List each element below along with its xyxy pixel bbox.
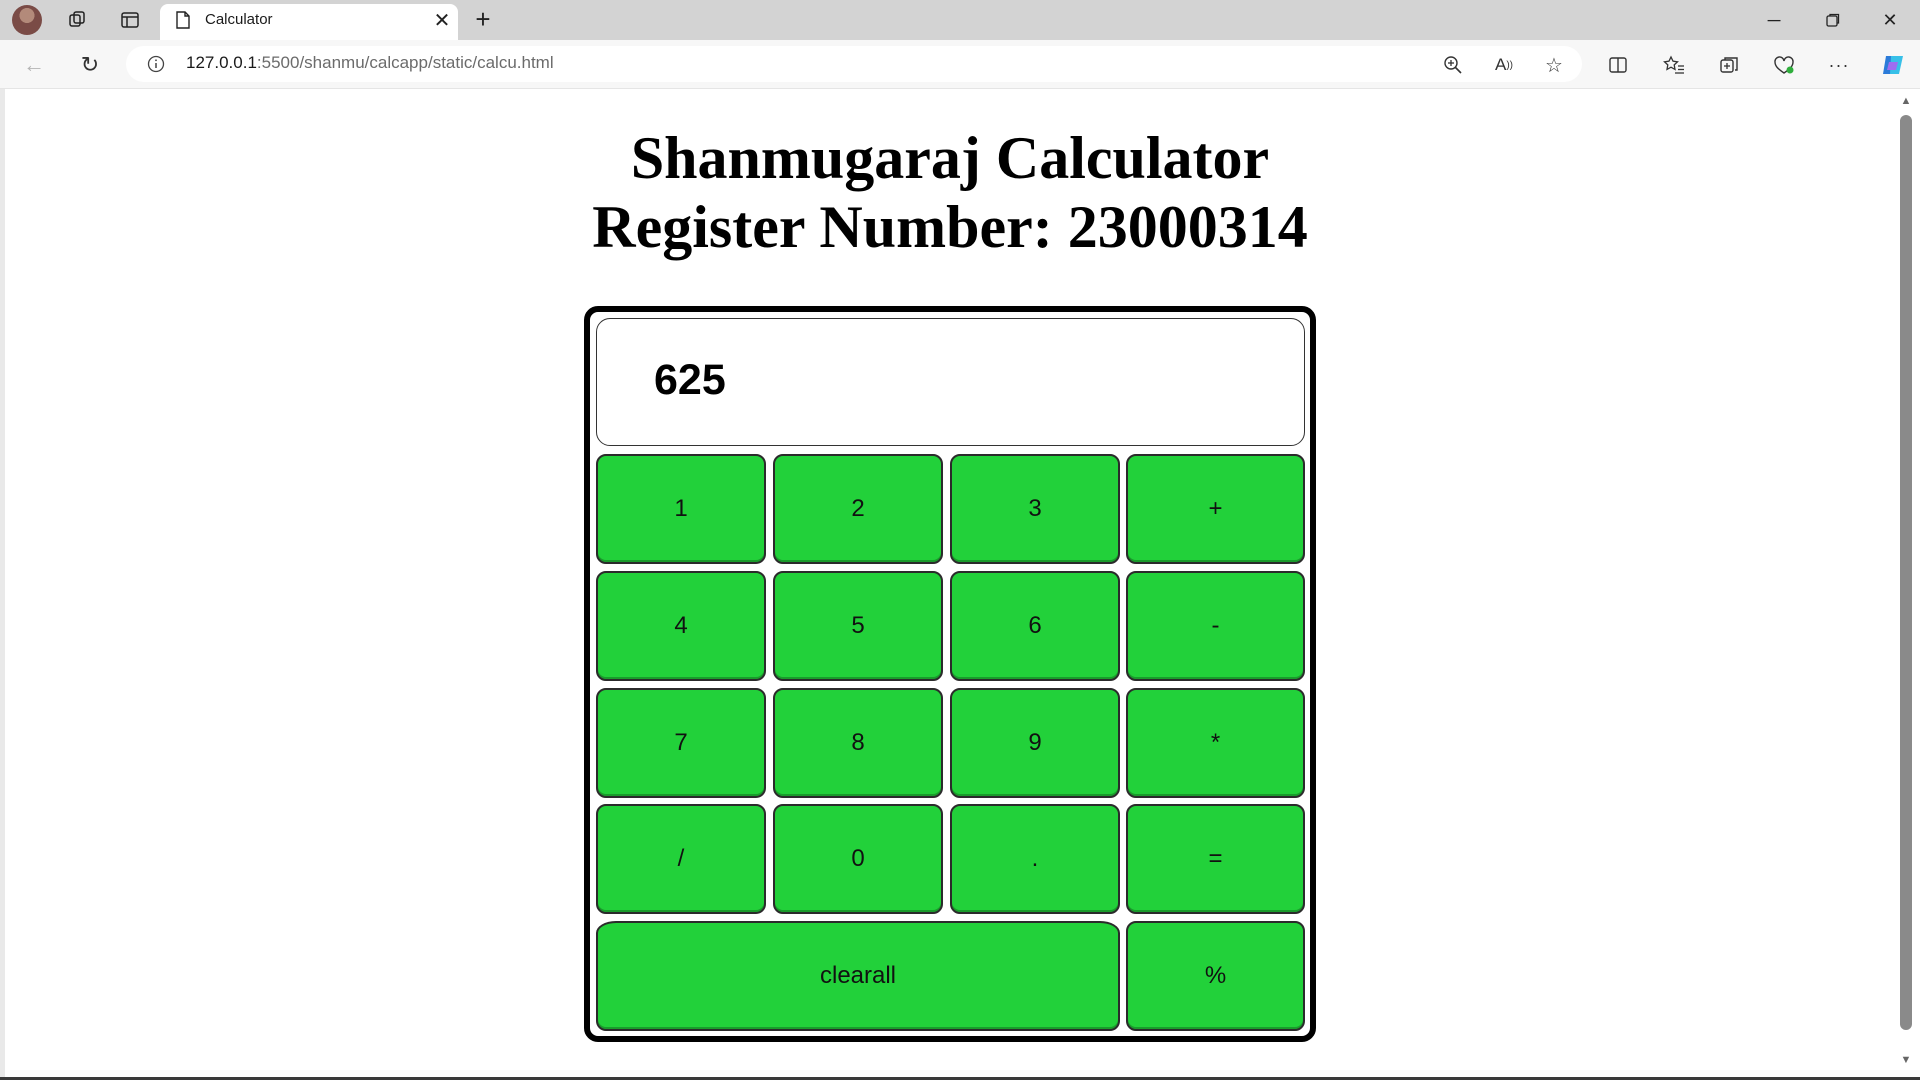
key-percent[interactable]: % (1126, 921, 1305, 1031)
read-aloud-icon[interactable]: A)) (1488, 49, 1520, 81)
scroll-up-arrow-icon[interactable]: ▲ (1897, 95, 1915, 109)
key-8[interactable]: 8 (773, 688, 943, 798)
key-equals[interactable]: = (1126, 804, 1305, 914)
key-minus[interactable]: - (1126, 571, 1305, 681)
key-5[interactable]: 5 (773, 571, 943, 681)
key-multiply[interactable]: * (1126, 688, 1305, 798)
key-4[interactable]: 4 (596, 571, 766, 681)
close-tab-icon[interactable]: ✕ (430, 6, 454, 34)
more-options-icon[interactable]: ··· (1823, 49, 1855, 81)
new-tab-button[interactable]: + (468, 4, 498, 34)
copilot-icon[interactable] (1877, 49, 1909, 81)
minimize-button[interactable]: ─ (1746, 0, 1802, 40)
restore-button[interactable] (1805, 0, 1861, 40)
split-screen-icon[interactable] (1602, 49, 1634, 81)
close-window-button[interactable]: ✕ (1862, 0, 1918, 40)
page-title: Shanmugaraj Calculator Register Number: … (450, 124, 1450, 262)
scrollbar-thumb[interactable] (1900, 115, 1912, 1030)
site-info-icon[interactable] (147, 55, 165, 78)
key-decimal[interactable]: . (950, 804, 1120, 914)
key-divide[interactable]: / (596, 804, 766, 914)
key-plus[interactable]: + (1126, 454, 1305, 564)
url-text[interactable]: 127.0.0.1:5500/shanmu/calcapp/static/cal… (186, 53, 554, 73)
key-6[interactable]: 6 (950, 571, 1120, 681)
profile-avatar[interactable] (12, 5, 42, 35)
key-2[interactable]: 2 (773, 454, 943, 564)
key-0[interactable]: 0 (773, 804, 943, 914)
key-9[interactable]: 9 (950, 688, 1120, 798)
zoom-icon[interactable] (1437, 49, 1469, 81)
tab-title: Calculator (205, 11, 273, 28)
refresh-icon[interactable]: ↻ (74, 49, 106, 81)
scroll-down-arrow-icon[interactable]: ▼ (1897, 1054, 1915, 1068)
title-line-2: Register Number: 23000314 (592, 194, 1308, 260)
collections-icon[interactable] (1713, 49, 1745, 81)
key-7[interactable]: 7 (596, 688, 766, 798)
browser-essentials-icon[interactable] (1768, 49, 1800, 81)
workspaces-icon[interactable] (63, 6, 91, 34)
title-line-1: Shanmugaraj Calculator (630, 125, 1270, 191)
vertical-tabs-icon[interactable] (116, 6, 144, 34)
page-icon (175, 11, 191, 34)
key-3[interactable]: 3 (950, 454, 1120, 564)
window-edge (0, 89, 5, 1080)
display-value: 625 (654, 356, 726, 404)
key-1[interactable]: 1 (596, 454, 766, 564)
clearall-button[interactable]: clearall (596, 921, 1120, 1031)
favorite-star-icon[interactable]: ☆ (1538, 49, 1570, 81)
back-arrow-icon[interactable]: ← (18, 49, 50, 81)
favorites-icon[interactable] (1658, 49, 1690, 81)
